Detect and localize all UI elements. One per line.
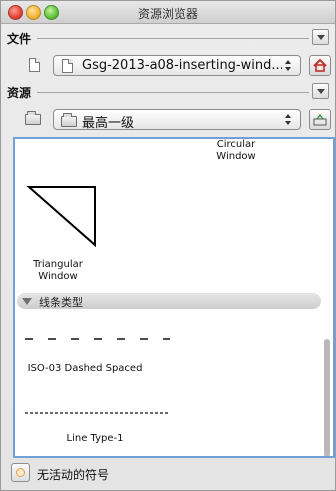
section-divider bbox=[37, 38, 309, 39]
updown-arrows-icon bbox=[285, 112, 292, 126]
resource-level-popup[interactable]: 最高一级 bbox=[53, 109, 301, 131]
home-button[interactable] bbox=[309, 55, 331, 76]
active-symbol-status: 无活动的符号 bbox=[37, 468, 110, 482]
triangular-window-thumbnail[interactable] bbox=[25, 183, 105, 253]
file-section-label: 文件 bbox=[7, 32, 32, 46]
file-section-menu-button[interactable] bbox=[312, 29, 329, 45]
section-divider bbox=[37, 92, 309, 93]
triangular-window-item[interactable]: Triangular Window bbox=[23, 259, 93, 283]
folder-icon bbox=[25, 111, 41, 125]
resource-content-panel[interactable]: Circular Window Triangular Window 线条类型 I… bbox=[13, 137, 335, 458]
resource-section-menu-button[interactable] bbox=[312, 83, 329, 99]
vertical-scrollbar[interactable] bbox=[323, 141, 331, 456]
file-icon bbox=[62, 59, 73, 73]
updown-arrows-icon bbox=[285, 58, 292, 72]
disclosure-triangle-icon[interactable] bbox=[22, 298, 32, 305]
tray-button[interactable] bbox=[309, 109, 331, 130]
file-popup[interactable]: Gsg-2013-a08-inserting-wind... bbox=[53, 55, 301, 76]
triangle-shape bbox=[26, 186, 96, 248]
scrollbar-thumb[interactable] bbox=[324, 339, 330, 456]
triangular-window-label: Triangular Window bbox=[33, 259, 83, 282]
file-icon bbox=[29, 58, 40, 72]
resource-section-header: 资源 bbox=[7, 83, 329, 101]
circular-window-item[interactable]: Circular Window bbox=[201, 139, 271, 163]
iso-03-dashed-spaced-item[interactable]: ISO-03 Dashed Spaced bbox=[15, 363, 155, 375]
title-bar[interactable]: 资源浏览器 bbox=[1, 1, 335, 24]
folder-icon bbox=[61, 113, 77, 127]
window-title: 资源浏览器 bbox=[137, 7, 198, 21]
file-selector-row: Gsg-2013-a08-inserting-wind... bbox=[7, 54, 331, 78]
line-type-1-preview[interactable] bbox=[25, 410, 175, 416]
resource-browser-window: 资源浏览器 文件 Gsg-2013-a08-inserting-wind... … bbox=[0, 0, 336, 491]
file-popup-value: Gsg-2013-a08-inserting-wind... bbox=[82, 58, 282, 73]
file-section-header: 文件 bbox=[7, 29, 329, 47]
line-type-1-item[interactable]: Line Type-1 bbox=[25, 433, 165, 445]
line-types-group-header[interactable]: 线条类型 bbox=[17, 293, 321, 309]
group-label: 线条类型 bbox=[39, 296, 83, 309]
line-type-label: ISO-03 Dashed Spaced bbox=[27, 363, 143, 374]
iso-03-dashed-spaced-preview[interactable] bbox=[25, 334, 175, 344]
home-icon bbox=[313, 58, 327, 72]
tray-icon bbox=[313, 113, 327, 126]
line-type-label: Line Type-1 bbox=[66, 433, 124, 444]
symbol-icon[interactable] bbox=[11, 463, 30, 482]
resource-level-row: 最高一级 bbox=[7, 108, 331, 132]
resource-section-label: 资源 bbox=[7, 86, 32, 100]
circular-window-label: Circular Window bbox=[216, 139, 256, 162]
resource-level-value: 最高一级 bbox=[82, 116, 135, 131]
